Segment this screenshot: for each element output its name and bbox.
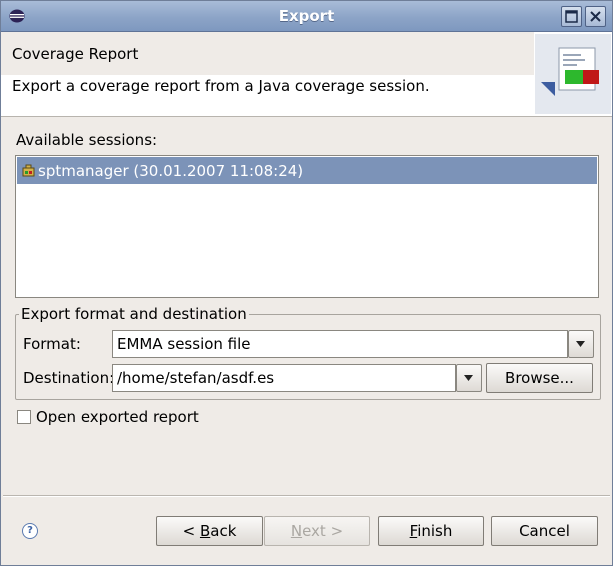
format-combo[interactable]: EMMA session file	[112, 330, 568, 358]
chevron-down-icon	[464, 375, 473, 381]
cancel-button[interactable]: Cancel	[491, 516, 598, 546]
next-mnemonic: N	[290, 522, 303, 540]
wizard-banner	[535, 34, 611, 114]
maximize-icon	[565, 10, 578, 23]
destination-label: Destination:	[23, 369, 115, 387]
coverage-report-icon	[541, 47, 599, 96]
title-bar[interactable]: Export	[1, 1, 612, 32]
export-dialog: Export Coverage Report Export a coverage…	[0, 0, 613, 566]
page-title: Coverage Report	[12, 45, 139, 63]
finish-button[interactable]: Finish	[378, 516, 484, 546]
next-rest: ext >	[302, 522, 344, 540]
button-bar-separator	[3, 495, 610, 497]
open-report-checkbox[interactable]	[17, 410, 31, 424]
format-value: EMMA session file	[117, 335, 251, 353]
maximize-button[interactable]	[561, 6, 582, 27]
wizard-header: Coverage Report Export a coverage report…	[1, 32, 612, 117]
close-icon	[590, 11, 601, 22]
destination-combo[interactable]: /home/stefan/asdf.es	[112, 364, 456, 392]
close-button[interactable]	[585, 6, 606, 27]
session-item[interactable]: sptmanager (30.01.2007 11:08:24)	[17, 157, 597, 184]
browse-button[interactable]: Browse...	[486, 363, 593, 393]
format-dropdown-button[interactable]	[568, 330, 594, 358]
available-sessions-label: Available sessions:	[16, 131, 158, 149]
back-mnemonic: B	[199, 522, 211, 540]
format-label: Format:	[23, 335, 81, 353]
session-label: sptmanager (30.01.2007 11:08:24)	[38, 162, 304, 180]
back-rest: ack	[210, 522, 237, 540]
destination-dropdown-button[interactable]	[456, 364, 482, 392]
destination-value: /home/stefan/asdf.es	[117, 369, 275, 387]
help-icon[interactable]: ?	[22, 523, 38, 539]
window-title: Export	[278, 7, 335, 25]
chevron-down-icon	[576, 341, 585, 347]
next-button[interactable]: Next >	[264, 516, 370, 546]
export-group-label: Export format and destination	[19, 305, 249, 323]
session-list[interactable]: sptmanager (30.01.2007 11:08:24)	[15, 155, 599, 298]
open-report-label[interactable]: Open exported report	[36, 408, 199, 426]
back-prefix: <	[182, 522, 200, 540]
finish-rest: inish	[417, 522, 453, 540]
page-description: Export a coverage report from a Java cov…	[12, 77, 430, 95]
session-icon	[22, 164, 35, 177]
back-button[interactable]: < Back	[156, 516, 263, 546]
